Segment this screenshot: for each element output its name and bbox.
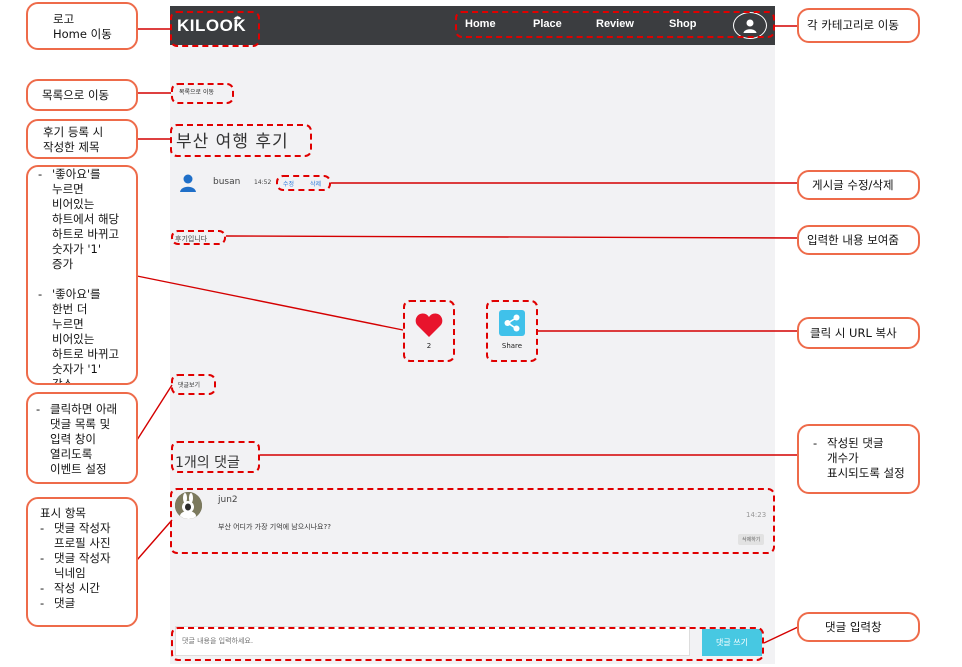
app-window: KILOOK ☂ Home Place Review Shop 목록으로 이동 …	[170, 6, 775, 664]
highlight-like	[403, 300, 455, 362]
highlight-content	[171, 230, 226, 245]
highlight-input	[171, 627, 764, 661]
note-categories: 각 카테고리로 이동	[797, 8, 920, 43]
author-avatar-icon	[180, 174, 196, 192]
post-author: busan	[213, 177, 241, 187]
highlight-back	[171, 83, 234, 104]
note-title: 후기 등록 시 작성한 제목	[26, 119, 138, 159]
note-display-items: 표시 항목 - 댓글 작성자 프로필 사진 - 댓글 작성자 닉네임 - 작성 시간 …	[26, 497, 138, 627]
highlight-comment	[170, 488, 775, 554]
post-time: 14:52	[254, 179, 272, 186]
note-count: - 작성된 댓글 개수가 표시되도록 설정	[797, 424, 920, 494]
highlight-count	[171, 441, 260, 473]
note-back: 목록으로 이동	[26, 79, 138, 111]
highlight-title	[170, 124, 312, 157]
note-edit-delete: 게시글 수정/삭제	[797, 170, 920, 200]
note-share: 클릭 시 URL 복사	[797, 317, 920, 349]
note-input: 댓글 입력창	[797, 612, 920, 642]
note-toggle: - 클릭하면 아래 댓글 목록 및 입력 창이 열리도록 이벤트 설정	[26, 392, 138, 484]
highlight-logo	[170, 11, 260, 47]
highlight-edit-delete	[276, 175, 331, 191]
highlight-categories	[455, 11, 775, 38]
note-logo: 로고 Home 이동	[26, 2, 138, 50]
highlight-share	[486, 300, 538, 362]
highlight-toggle	[171, 374, 216, 395]
note-content: 입력한 내용 보여줌	[797, 225, 920, 255]
note-like: - '좋아요'를 누르면 비어있는 하트에서 해당 하트로 바뀌고 숫자가 '1'…	[26, 165, 138, 385]
